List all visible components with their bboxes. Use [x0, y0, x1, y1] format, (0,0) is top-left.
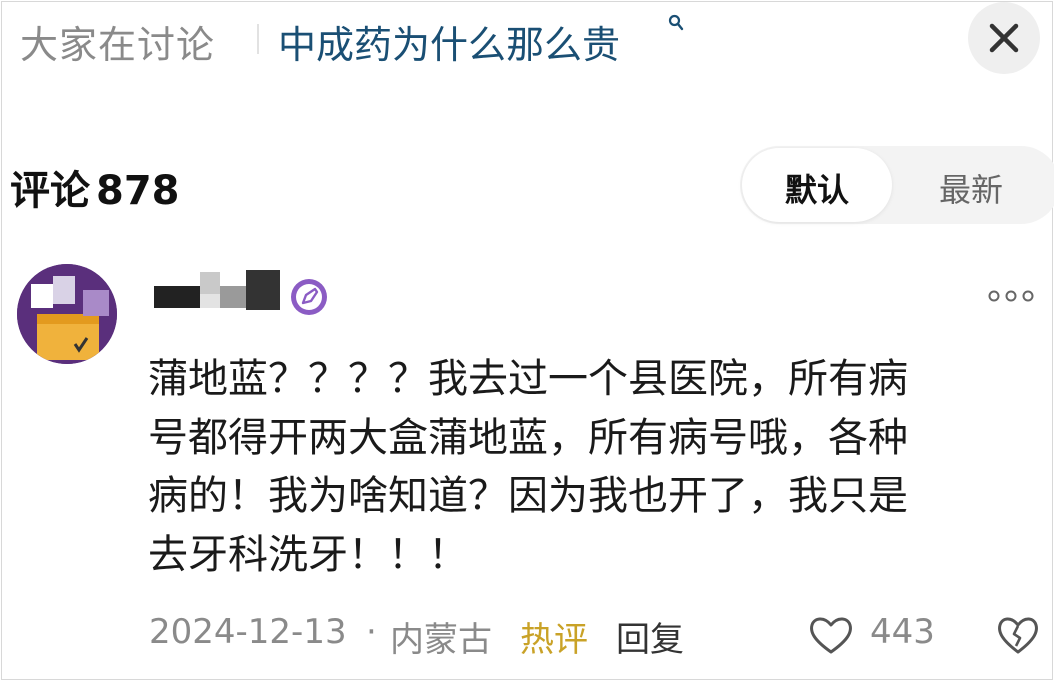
close-button[interactable]	[968, 2, 1040, 74]
topic-link[interactable]: 中成药为什么那么贵	[278, 14, 620, 69]
comment-text: 蒲地蓝？？？？我去过一个县医院，所有病 号都得开两大盒蒲地蓝，所有病号哦，各种 …	[148, 356, 908, 578]
meta-separator: ·	[366, 612, 377, 652]
comment-region: 内蒙古	[390, 620, 492, 660]
like-count: 443	[870, 612, 935, 652]
comments-title: 评论 878	[10, 158, 180, 216]
sort-latest-tab[interactable]: 最新	[896, 165, 1046, 211]
discuss-label: 大家在讨论	[20, 23, 216, 67]
heart-icon[interactable]	[808, 614, 854, 656]
divider	[257, 24, 259, 54]
avatar-image	[17, 264, 117, 364]
comments-title-label: 评论	[10, 168, 90, 214]
comment-date: 2024-12-13	[149, 612, 347, 652]
comments-count: 878	[96, 168, 180, 214]
badge-icon	[291, 279, 327, 315]
reply-button[interactable]: 回复	[616, 612, 684, 661]
top-bar: 大家在讨论 中成药为什么那么贵	[0, 0, 1054, 80]
avatar[interactable]	[17, 264, 117, 364]
more-icon[interactable]	[986, 290, 1036, 302]
sort-default-tab[interactable]: 默认	[742, 165, 892, 211]
hot-comment-tag: 热评	[520, 620, 588, 660]
broken-heart-icon[interactable]	[996, 614, 1040, 656]
username-censored[interactable]	[154, 268, 280, 312]
search-icon[interactable]	[668, 14, 684, 32]
close-icon	[989, 23, 1019, 53]
